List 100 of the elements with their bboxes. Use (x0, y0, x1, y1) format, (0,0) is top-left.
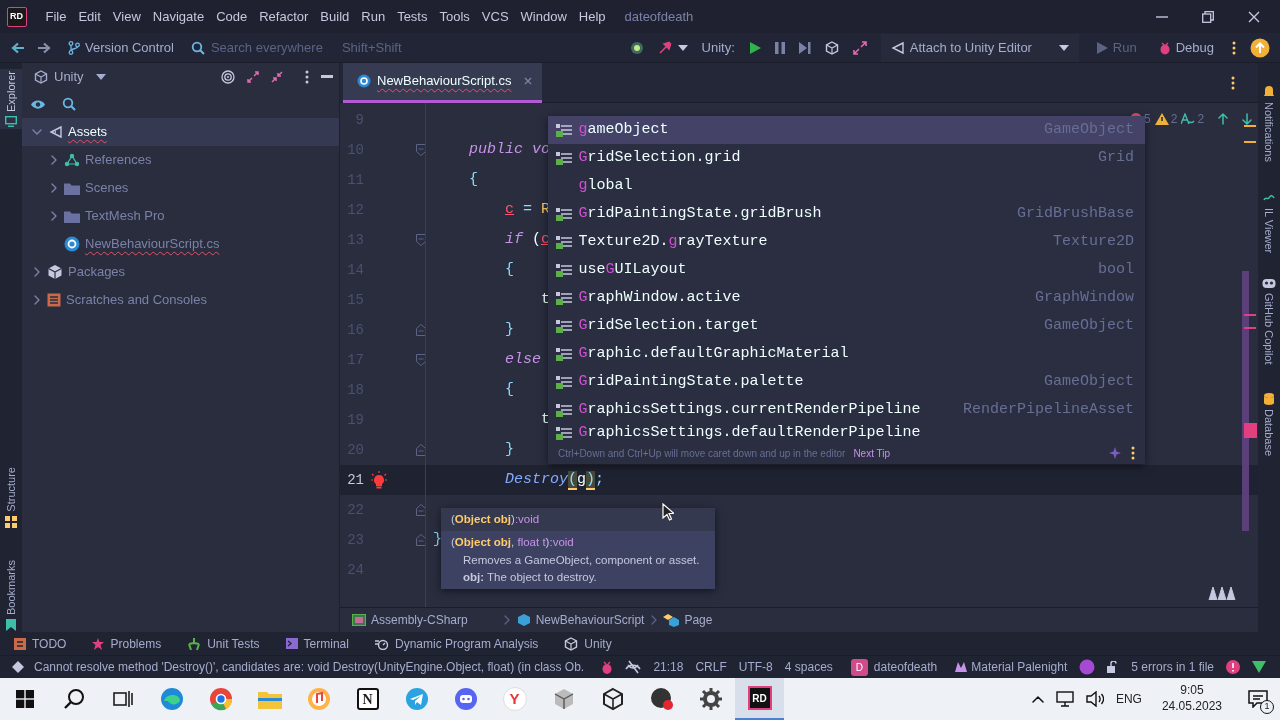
side-tab[interactable]: Structure (0, 464, 23, 530)
clock[interactable]: 9:05 24.05.2023 (1161, 683, 1222, 715)
completion-item[interactable]: GraphicsSettings.defaultRenderPipeline (548, 424, 1145, 442)
chevron-right-icon[interactable] (49, 211, 59, 221)
completion-item[interactable]: GridSelection.grid Grid (548, 144, 1145, 172)
tool-window-button[interactable]: Dynamic Program Analysis (374, 634, 539, 653)
error-icon[interactable] (1226, 660, 1240, 674)
chevron-down-icon[interactable] (32, 127, 42, 137)
expand-icon[interactable] (852, 40, 867, 55)
view-selector[interactable]: Unity (54, 66, 84, 87)
menu-item[interactable]: Edit (72, 6, 107, 27)
language-indicator[interactable]: ENG (1115, 690, 1142, 708)
yandex-logo[interactable]: Y (502, 687, 527, 711)
menu-item[interactable]: Refactor (253, 6, 315, 27)
lock-icon[interactable] (1107, 661, 1120, 673)
menu-item[interactable]: Tests (391, 6, 434, 27)
scrollbar[interactable] (1242, 271, 1249, 531)
tool-window-button[interactable]: TODO (14, 634, 67, 653)
rider-logo[interactable]: RD (747, 686, 772, 710)
chevron-right-icon[interactable] (49, 183, 59, 193)
more-icon[interactable] (1231, 75, 1235, 90)
breadcrumb[interactable]: Page (663, 611, 713, 629)
menu-item[interactable]: View (106, 6, 147, 27)
update-icon[interactable] (1250, 37, 1270, 58)
side-tab[interactable]: Notifications (1260, 85, 1278, 162)
completion-item[interactable]: GraphicsSettings.currentRenderPipeline RenderPipelineAsset (548, 396, 1145, 424)
caret-icon[interactable] (677, 44, 688, 51)
completion-item[interactable]: GridSelection.target GameObject (548, 312, 1145, 340)
reader-mode-icon[interactable] (1208, 586, 1236, 600)
notification-icon[interactable] (1248, 690, 1268, 708)
task-view-icon[interactable] (112, 690, 133, 708)
caret-icon[interactable] (96, 73, 107, 80)
menu-item[interactable]: File (39, 6, 73, 27)
step-icon[interactable] (798, 41, 811, 54)
play-icon[interactable] (748, 41, 761, 54)
side-tab[interactable]: GitHub Copilot (1260, 277, 1278, 365)
restore-icon[interactable] (1202, 10, 1214, 23)
next-icon[interactable] (1242, 113, 1253, 125)
side-tab[interactable]: IL Viewer (1260, 193, 1278, 254)
search-icon[interactable] (62, 688, 85, 710)
forward-icon[interactable] (37, 41, 51, 54)
completion-item[interactable]: Graphic.defaultGraphicMaterial (548, 340, 1145, 368)
side-tab[interactable]: Bookmarks (0, 557, 23, 633)
eye-icon[interactable] (30, 98, 46, 110)
completion-item[interactable]: useGUILayout bool (548, 256, 1145, 284)
collapse-all-icon[interactable] (271, 70, 283, 83)
caret-position[interactable]: 21:18 (653, 658, 684, 676)
menu-item[interactable]: VCS (475, 6, 515, 27)
completion-item[interactable]: GraphWindow.active GraphWindow (548, 284, 1145, 312)
completion-item[interactable]: Texture2D.grayTexture Texture2D (548, 228, 1145, 256)
theme-name[interactable]: Material Palenight (971, 658, 1068, 676)
network-icon[interactable] (1055, 691, 1074, 707)
notion-logo[interactable]: N (356, 688, 379, 710)
more-icon[interactable] (1131, 446, 1135, 460)
breadcrumb[interactable]: NewBehaviourScript (516, 611, 645, 629)
expand-all-icon[interactable] (247, 70, 259, 83)
tool-window-button[interactable]: Unity (564, 634, 612, 653)
volume-icon[interactable] (1085, 691, 1104, 707)
debug-button[interactable]: Debug (1154, 37, 1218, 58)
encoding[interactable]: UTF-8 (738, 658, 773, 676)
side-tab[interactable]: Database (1260, 392, 1278, 456)
chevron-right-icon[interactable] (32, 295, 42, 305)
pause-icon[interactable] (774, 41, 785, 54)
menu-item[interactable]: Navigate (146, 6, 211, 27)
indent-setting[interactable]: 4 spaces (784, 658, 833, 676)
tree-item[interactable]: Scratches and Consoles (22, 286, 339, 314)
ai-assistant-icon[interactable] (1079, 659, 1096, 675)
tree-item[interactable]: Assets (22, 118, 339, 146)
run-config-dropdown[interactable]: Attach to Unity Editor (880, 33, 1079, 62)
search-icon[interactable] (62, 97, 76, 111)
lightbulb-icon[interactable] (371, 471, 387, 489)
error-summary[interactable]: 5 errors in 1 file (1131, 658, 1214, 676)
previous-icon[interactable] (1218, 113, 1229, 125)
tree-item[interactable]: Scenes (22, 174, 339, 202)
no-connection-icon[interactable] (625, 660, 642, 674)
caret-icon[interactable] (1058, 44, 1069, 51)
project-name[interactable]: dateofdeath (873, 658, 938, 676)
tool-window-button[interactable]: Problems (92, 634, 162, 653)
menu-item[interactable]: Run (355, 6, 392, 27)
chevron-right-icon[interactable] (32, 267, 42, 277)
completion-item[interactable]: GridPaintingState.palette GameObject (548, 368, 1145, 396)
tree-item[interactable]: Packages (22, 258, 339, 286)
more-icon[interactable] (305, 69, 309, 84)
tool-window-button[interactable]: Terminal (285, 634, 349, 653)
menu-item[interactable]: Help (572, 6, 612, 27)
chevron-right-icon[interactable] (49, 155, 59, 165)
back-icon[interactable] (11, 41, 25, 54)
version-control-button[interactable]: Version Control (64, 37, 178, 58)
status-icon[interactable] (629, 40, 644, 55)
tree-item[interactable]: NewBehaviourScript.cs (22, 230, 339, 258)
menu-item[interactable]: Build (314, 6, 356, 27)
line-ending[interactable]: CRLF (695, 658, 727, 676)
bug-icon[interactable] (601, 660, 614, 674)
sparkle-icon[interactable] (1109, 447, 1121, 459)
completion-item[interactable]: global (548, 172, 1145, 200)
menu-item[interactable]: Tools (433, 6, 476, 27)
chevron-up-icon[interactable] (1031, 695, 1044, 703)
close-icon[interactable] (1248, 10, 1260, 23)
tool-window-button[interactable]: Unit Tests (187, 634, 260, 653)
completion-item[interactable]: GridPaintingState.gridBrush GridBrushBase (548, 200, 1145, 228)
